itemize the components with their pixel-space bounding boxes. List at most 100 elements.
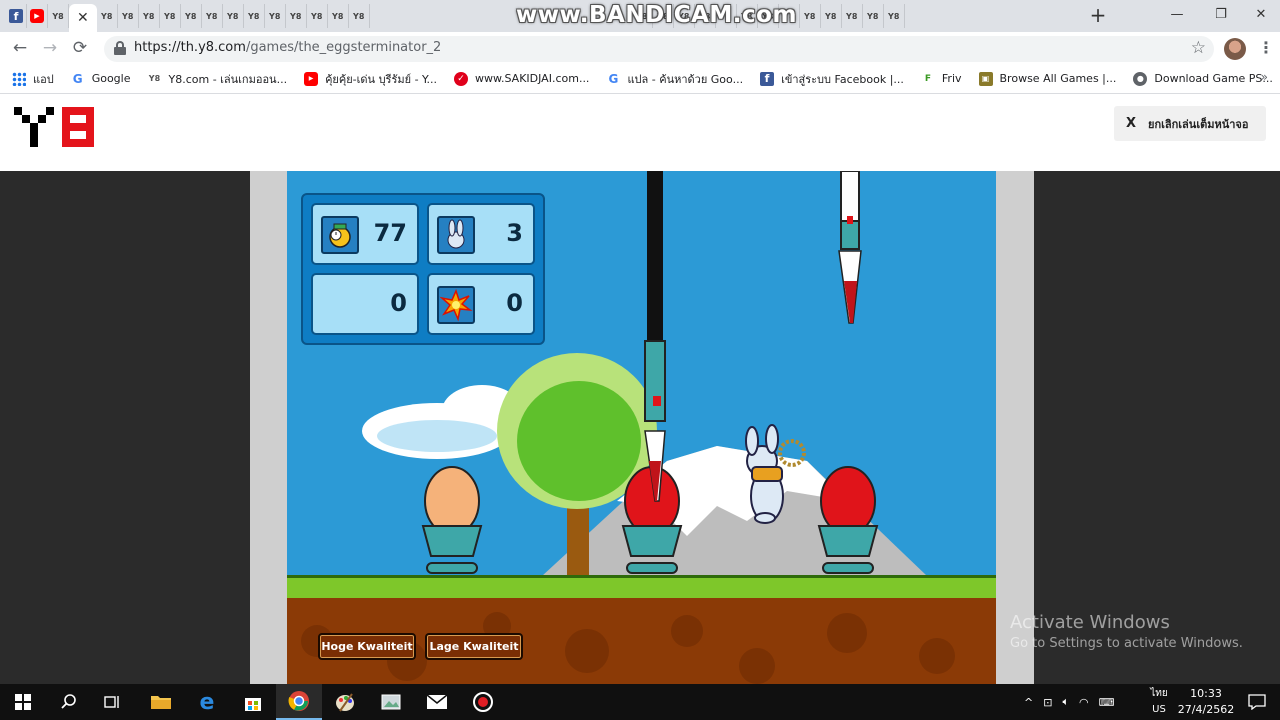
tab-y8[interactable]: Y8 (48, 4, 69, 28)
egg-cup-left[interactable] (421, 466, 483, 574)
high-quality-button[interactable]: Hoge Kwaliteit (318, 633, 416, 660)
score-cell: 0 (311, 273, 419, 335)
wifi-icon[interactable]: ◠ (1079, 696, 1089, 709)
logo-pixel (14, 107, 22, 115)
explosion-icon (437, 286, 475, 324)
activate-windows-title: Activate Windows (1010, 612, 1170, 633)
input-language[interactable]: ไทย US (1146, 686, 1172, 718)
low-quality-button[interactable]: Lage Kwaliteit (425, 633, 523, 660)
tab-y8-mini[interactable]: Y8 (244, 4, 265, 28)
tab-y8-mini[interactable]: Y8 (842, 4, 863, 28)
bookmark-item[interactable]: Y8 Y8.com - เล่นเกมออน... (147, 70, 287, 88)
keyboard-icon[interactable]: ⌨ (1099, 696, 1115, 709)
task-view-button[interactable] (90, 684, 136, 720)
new-tab-button[interactable]: + (1088, 4, 1108, 26)
logo-pixel (78, 139, 86, 147)
bookmark-item[interactable]: ● Download Game PS... (1133, 71, 1273, 86)
tab-y8-mini[interactable]: Y8 (349, 4, 370, 28)
paint-brush-center (644, 171, 666, 502)
y8-icon: Y8 (269, 11, 281, 21)
bookmark-item[interactable]: ▶ คุ้ยคุ้ย-เด่น บุรีรัมย์ - Y... (304, 70, 437, 88)
network-drive-icon[interactable]: ⊡ (1043, 696, 1052, 709)
chevron-up-icon[interactable]: ^ (1024, 696, 1033, 709)
logo-pixel (62, 107, 70, 115)
start-button[interactable] (0, 684, 46, 720)
file-explorer-button[interactable] (138, 684, 184, 720)
bandicam-button[interactable] (460, 684, 506, 720)
logo-pixel (30, 131, 38, 139)
tab-y8-mini[interactable]: Y8 (286, 4, 307, 28)
paint-app-button[interactable] (322, 684, 368, 720)
close-tab-icon[interactable]: ✕ (77, 10, 89, 26)
url-path: /games/the_eggsterminator_2 (245, 40, 442, 55)
sak-icon: ✓ (454, 71, 469, 86)
mail-app-button[interactable] (414, 684, 460, 720)
tab-y8-mini[interactable]: Y8 (884, 4, 905, 28)
record-icon (473, 692, 493, 712)
folder-icon (151, 696, 171, 709)
tab-y8-mini[interactable]: Y8 (307, 4, 328, 28)
menu-kebab-icon[interactable]: ⋮ (1258, 38, 1274, 57)
bookmark-label: แอป (33, 72, 54, 86)
tab-y8-mini[interactable]: Y8 (160, 4, 181, 28)
bookmarks-overflow-icon[interactable]: » (1261, 70, 1268, 84)
volume-icon[interactable]: 🔈︎ (1062, 695, 1069, 709)
tab-y8-mini[interactable]: Y8 (202, 4, 223, 28)
y8-icon: Y8 (311, 11, 323, 21)
tab-active[interactable]: ✕ (69, 4, 97, 32)
bunny-count-value: 3 (506, 219, 523, 247)
logo-pixel (62, 131, 70, 139)
chrome-button[interactable] (276, 684, 322, 720)
url-text[interactable]: https://th.y8.com/games/the_eggsterminat… (134, 40, 441, 55)
tab-y8-mini[interactable]: Y8 (181, 4, 202, 28)
address-bar[interactable]: https://th.y8.com/games/the_eggsterminat… (104, 36, 1214, 62)
game-canvas[interactable]: 77 3 0 0 Hoge Kwaliteit Lage Kwaliteit (287, 171, 996, 684)
score-value: 0 (390, 289, 407, 317)
tab-y8-mini[interactable]: Y8 (118, 4, 139, 28)
tab-y8-mini[interactable]: Y8 (97, 4, 118, 28)
chick-clock-icon (321, 216, 359, 254)
clock[interactable]: 10:33 27/4/2562 (1176, 686, 1236, 718)
bookmark-star-icon[interactable]: ☆ (1191, 38, 1206, 58)
exit-fullscreen-button[interactable]: X ยกเลิกเล่นเต็มหน้าจอ (1114, 106, 1266, 141)
y8-logo[interactable] (14, 103, 110, 147)
bookmark-item[interactable]: แอป (12, 70, 54, 88)
bookmark-label: คุ้ยคุ้ย-เด่น บุรีรัมย์ - Y... (325, 72, 438, 86)
bookmark-label: www.SAKIDJAI.com... (475, 72, 590, 85)
y8-icon: Y8 (825, 11, 837, 21)
back-button[interactable]: ← (8, 36, 32, 60)
tab-y8-mini[interactable]: Y8 (139, 4, 160, 28)
bookmark-item[interactable]: f เข้าสู่ระบบ Facebook |... (760, 70, 904, 88)
store-button[interactable] (230, 684, 276, 720)
reload-button[interactable]: ⟳ (68, 36, 92, 60)
edge-button[interactable]: e (184, 684, 230, 720)
bookmark-item[interactable]: F Friv (921, 72, 962, 86)
close-window-button[interactable]: ✕ (1238, 0, 1280, 28)
photos-app-button[interactable] (368, 684, 414, 720)
search-button[interactable] (46, 684, 92, 720)
tab-y8-mini[interactable]: Y8 (328, 4, 349, 28)
exit-fullscreen-label: ยกเลิกเล่นเต็มหน้าจอ (1148, 117, 1249, 131)
forward-button[interactable]: → (38, 36, 62, 60)
bunny-icon (437, 216, 475, 254)
logo-pixel (78, 107, 86, 115)
bookmark-item[interactable]: ✓ www.SAKIDJAI.com... (454, 71, 590, 86)
tab-facebook[interactable]: f (6, 4, 27, 28)
bookmark-item[interactable]: G แปล - ค้นหาด้วย Goo... (606, 70, 744, 88)
tab-y8-mini[interactable]: Y8 (223, 4, 244, 28)
tab-y8-mini[interactable]: Y8 (800, 4, 821, 28)
minimize-button[interactable]: — (1154, 0, 1200, 28)
profile-avatar[interactable] (1224, 38, 1246, 60)
friv-icon: F (924, 73, 931, 84)
bookmark-label: Friv (941, 72, 962, 85)
y8-icon: Y8 (52, 11, 64, 21)
tab-y8-mini[interactable]: Y8 (863, 4, 884, 28)
bookmark-item[interactable]: G Google (71, 72, 131, 86)
notifications-button[interactable] (1234, 684, 1280, 720)
tab-youtube[interactable]: ▶ (27, 4, 48, 28)
tab-y8-mini[interactable]: Y8 (265, 4, 286, 28)
bookmark-label: Download Game PS... (1154, 72, 1273, 85)
bookmark-item[interactable]: ▣ Browse All Games |... (978, 71, 1116, 86)
logo-pixel (86, 131, 94, 139)
tab-y8-mini[interactable]: Y8 (821, 4, 842, 28)
